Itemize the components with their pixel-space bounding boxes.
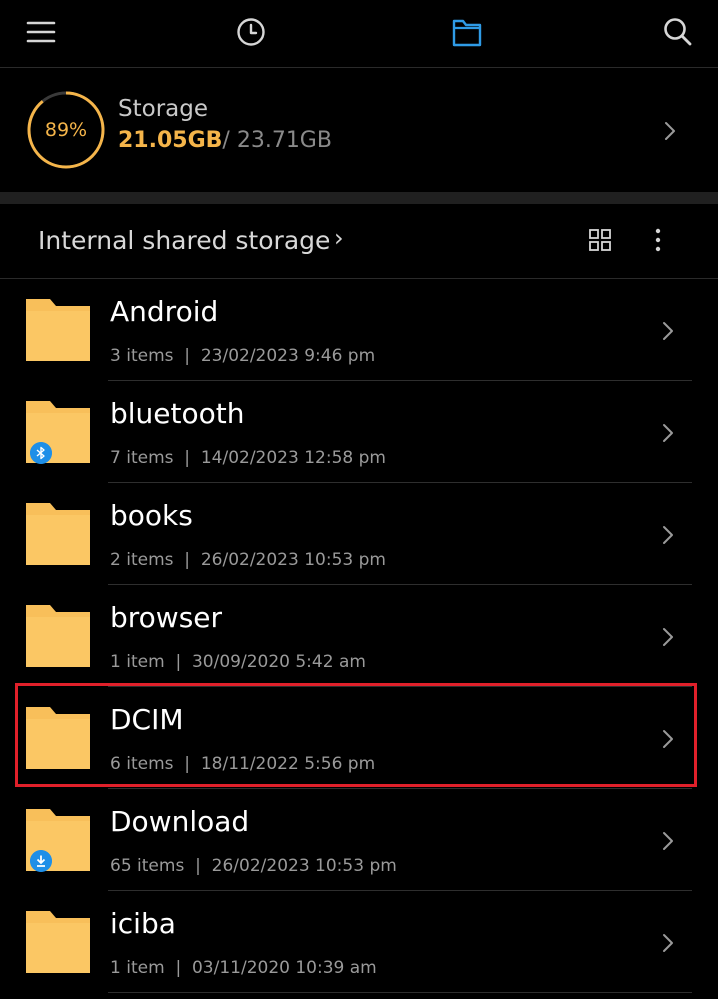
folder-icon	[26, 605, 90, 667]
storage-separator: /	[222, 128, 237, 153]
folder-icon	[26, 299, 90, 361]
download-icon	[30, 850, 52, 872]
chevron-right-icon	[663, 322, 673, 340]
modified-date: 14/02/2023 12:58 pm	[200, 448, 386, 468]
item-count: 2 items	[110, 550, 174, 570]
search-icon[interactable]	[662, 14, 694, 50]
folder-meta: 7 items | 14/02/2023 12:58 pm	[110, 448, 386, 468]
grid-view-icon[interactable]	[589, 229, 611, 251]
item-count: 7 items	[110, 448, 174, 468]
modified-date: 18/11/2022 5:56 pm	[200, 754, 376, 774]
item-count: 1 item	[110, 652, 165, 672]
folder-meta: 6 items | 18/11/2022 5:56 pm	[110, 754, 376, 774]
folder-row-bluetooth[interactable]: bluetooth 7 items | 14/02/2023 12:58 pm	[0, 381, 718, 483]
chevron-right-icon	[663, 424, 673, 442]
top-bar	[0, 0, 718, 68]
chevron-right-icon	[663, 832, 673, 850]
folder-name: DCIM	[110, 703, 184, 736]
modified-date: 30/09/2020 5:42 am	[191, 652, 366, 672]
path-bar: Internal shared storage ›	[0, 204, 718, 279]
modified-date: 26/02/2023 10:53 pm	[200, 550, 386, 570]
breadcrumb[interactable]: Internal shared storage	[38, 226, 330, 255]
bluetooth-icon	[30, 442, 52, 464]
folder-list: Android 3 items | 23/02/2023 9:46 pm blu…	[0, 279, 718, 993]
storage-percent: 89%	[44, 119, 88, 141]
chevron-right-icon	[663, 934, 673, 952]
storage-summary[interactable]: 89% Storage 21.05GB/ 23.71GB	[0, 68, 718, 192]
folder-name: Download	[110, 805, 250, 838]
folder-meta: 1 item | 30/09/2020 5:42 am	[110, 652, 366, 672]
storage-total: 23.71GB	[236, 128, 332, 153]
folder-meta: 1 item | 03/11/2020 10:39 am	[110, 958, 377, 978]
folder-row-browser[interactable]: browser 1 item | 30/09/2020 5:42 am	[0, 585, 718, 687]
clock-icon[interactable]	[235, 14, 267, 50]
storage-usage: 21.05GB/ 23.71GB	[118, 128, 332, 153]
modified-date: 03/11/2020 10:39 am	[191, 958, 377, 978]
more-options-icon[interactable]	[648, 228, 668, 252]
folder-meta: 65 items | 26/02/2023 10:53 pm	[110, 856, 397, 876]
folder-meta: 3 items | 23/02/2023 9:46 pm	[110, 346, 376, 366]
modified-date: 26/02/2023 10:53 pm	[211, 856, 397, 876]
folder-row-dcim[interactable]: DCIM 6 items | 18/11/2022 5:56 pm	[0, 687, 718, 789]
folder-meta: 2 items | 26/02/2023 10:53 pm	[110, 550, 386, 570]
folder-name: iciba	[110, 907, 176, 940]
folder-row-download[interactable]: Download 65 items | 26/02/2023 10:53 pm	[0, 789, 718, 891]
chevron-right-icon	[663, 628, 673, 646]
item-count: 1 item	[110, 958, 165, 978]
section-divider	[0, 192, 718, 204]
folder-name: Android	[110, 295, 219, 328]
folder-name: browser	[110, 601, 223, 634]
modified-date: 23/02/2023 9:46 pm	[200, 346, 376, 366]
row-divider	[108, 992, 692, 993]
chevron-right-icon	[663, 730, 673, 748]
breadcrumb-chevron: ›	[334, 224, 344, 252]
menu-icon[interactable]	[26, 14, 58, 50]
folder-row-android[interactable]: Android 3 items | 23/02/2023 9:46 pm	[0, 279, 718, 381]
folder-icon	[26, 503, 90, 565]
folder-icon[interactable]	[451, 14, 483, 50]
folder-icon	[26, 911, 90, 973]
item-count: 65 items	[110, 856, 185, 876]
folder-name: books	[110, 499, 193, 532]
item-count: 3 items	[110, 346, 174, 366]
storage-used: 21.05GB	[118, 128, 223, 153]
folder-row-iciba[interactable]: iciba 1 item | 03/11/2020 10:39 am	[0, 891, 718, 993]
folder-row-books[interactable]: books 2 items | 26/02/2023 10:53 pm	[0, 483, 718, 585]
storage-title: Storage	[118, 96, 208, 122]
chevron-right-icon	[663, 526, 673, 544]
chevron-right-icon	[665, 122, 675, 140]
folder-name: bluetooth	[110, 397, 245, 430]
folder-icon	[26, 707, 90, 769]
item-count: 6 items	[110, 754, 174, 774]
